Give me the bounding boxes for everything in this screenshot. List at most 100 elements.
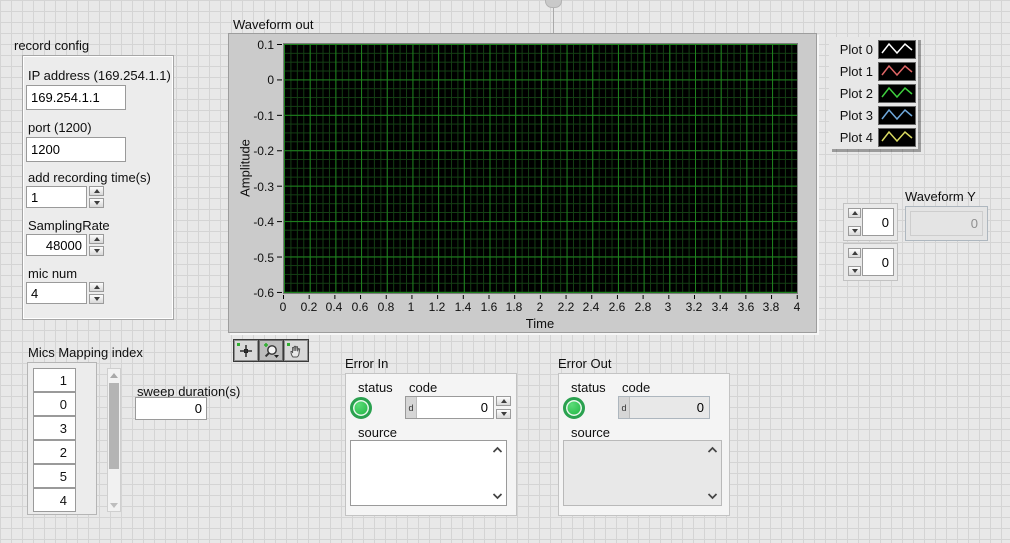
legend-row: Plot 3 (831, 104, 916, 126)
error-out-code-indicator: d 0 (618, 396, 710, 419)
index-control-1-frame: 0 (843, 203, 898, 241)
pane-splitter-handle[interactable] (545, 0, 562, 8)
array-cell-value: 1 (60, 373, 67, 388)
array-cell[interactable]: 0 (33, 392, 76, 416)
index-control-2-value: 0 (882, 255, 889, 270)
array-cell[interactable]: 2 (33, 440, 76, 464)
increment-icon[interactable] (89, 186, 104, 196)
legend-swatch-plot4[interactable] (878, 128, 916, 147)
array-cell-value: 0 (60, 397, 67, 412)
legend-swatch-plot0[interactable] (878, 40, 916, 59)
waveform-line-icon (880, 107, 914, 123)
sampling-rate-label: SamplingRate (28, 218, 110, 233)
index-control-1-stepper[interactable] (848, 208, 861, 236)
add-recording-time-value: 1 (31, 190, 38, 205)
zoom-tool-button[interactable] (259, 340, 283, 361)
index-control-1[interactable]: 0 (862, 208, 894, 236)
y-axis-label: Amplitude (238, 139, 253, 197)
index-control-2[interactable]: 0 (862, 248, 894, 276)
index-control-2-stepper[interactable] (848, 248, 861, 276)
x-tick: 1.4 (455, 300, 472, 314)
magnifier-icon (262, 342, 280, 359)
error-in-code-label: code (409, 380, 437, 395)
x-axis-tickmarks (283, 295, 799, 299)
ip-address-input[interactable]: 169.254.1.1 (26, 85, 126, 110)
legend-swatch-plot3[interactable] (878, 106, 916, 125)
decrement-icon[interactable] (89, 294, 104, 304)
index-control-1-value: 0 (882, 215, 889, 230)
scroll-down-icon[interactable] (492, 492, 503, 500)
y-tick: -0.5 (232, 251, 274, 265)
waveform-line-icon (880, 63, 914, 79)
decrement-icon[interactable] (496, 409, 511, 419)
array-cell[interactable]: 1 (33, 368, 76, 392)
y-axis-tickmarks (277, 44, 282, 294)
x-tick: 2.6 (609, 300, 626, 314)
increment-icon[interactable] (848, 248, 861, 258)
increment-icon[interactable] (89, 234, 104, 244)
waveform-line-icon (880, 41, 914, 57)
sweep-duration-value: 0 (195, 401, 202, 416)
add-recording-time-label: add recording time(s) (28, 170, 151, 185)
sampling-rate-stepper[interactable] (89, 234, 104, 256)
scroll-up-icon[interactable] (707, 446, 718, 454)
x-tick: 0.6 (352, 300, 369, 314)
green-dot-icon (287, 343, 290, 346)
radix-indicator[interactable]: d (406, 397, 417, 418)
x-tick: 2 (537, 300, 544, 314)
x-tick: 3.8 (763, 300, 780, 314)
waveform-plot-area[interactable] (283, 43, 798, 294)
pan-tool-button[interactable] (284, 340, 308, 361)
scrollbar-thumb[interactable] (109, 383, 119, 469)
array-cell[interactable]: 5 (33, 464, 76, 488)
decrement-icon[interactable] (848, 266, 861, 276)
hand-icon (288, 343, 304, 359)
port-input[interactable]: 1200 (26, 137, 126, 162)
crosshair-icon (238, 343, 254, 359)
increment-icon[interactable] (89, 282, 104, 292)
sampling-rate-input[interactable]: 48000 (26, 234, 87, 256)
error-out-source-indicator (563, 440, 722, 506)
legend-swatch-plot2[interactable] (878, 84, 916, 103)
x-tick: 3 (665, 300, 672, 314)
scroll-up-icon[interactable] (492, 446, 503, 454)
array-cell-value: 5 (60, 469, 67, 484)
record-config-label: record config (14, 38, 89, 53)
mics-mapping-label: Mics Mapping index (28, 345, 143, 360)
scroll-down-icon[interactable] (707, 492, 718, 500)
decrement-icon[interactable] (89, 198, 104, 208)
graph-tool-palette (233, 339, 309, 362)
sweep-duration-input[interactable]: 0 (135, 397, 207, 420)
decrement-icon[interactable] (89, 246, 104, 256)
add-recording-time-stepper[interactable] (89, 186, 104, 208)
x-tick: 0.8 (378, 300, 395, 314)
error-out-status-led (563, 397, 585, 419)
array-cell[interactable]: 4 (33, 488, 76, 512)
error-in-source-field[interactable] (350, 440, 507, 506)
error-in-status-label: status (358, 380, 393, 395)
increment-icon[interactable] (496, 396, 511, 406)
x-tick: 0.2 (301, 300, 318, 314)
scroll-down-icon[interactable] (108, 499, 120, 511)
scroll-up-icon[interactable] (108, 369, 120, 381)
cursor-tool-button[interactable] (234, 340, 258, 361)
mic-num-input[interactable]: 4 (26, 282, 87, 304)
legend-label: Plot 2 (831, 86, 878, 101)
error-in-status-led[interactable] (350, 397, 372, 419)
mic-num-stepper[interactable] (89, 282, 104, 304)
add-recording-time-input[interactable]: 1 (26, 186, 87, 208)
x-tick: 0 (280, 300, 287, 314)
x-tick: 3.4 (712, 300, 729, 314)
array-scrollbar[interactable] (107, 368, 121, 512)
green-dot-icon (237, 343, 240, 346)
array-cell-value: 4 (60, 493, 67, 508)
x-axis-label: Time (526, 316, 554, 331)
increment-icon[interactable] (848, 208, 861, 218)
error-in-code-stepper[interactable] (496, 396, 511, 419)
mic-num-value: 4 (31, 286, 38, 301)
legend-swatch-plot1[interactable] (878, 62, 916, 81)
legend-label: Plot 1 (831, 64, 878, 79)
decrement-icon[interactable] (848, 226, 861, 236)
array-cell[interactable]: 3 (33, 416, 76, 440)
error-in-code-field[interactable]: d 0 (405, 396, 494, 419)
